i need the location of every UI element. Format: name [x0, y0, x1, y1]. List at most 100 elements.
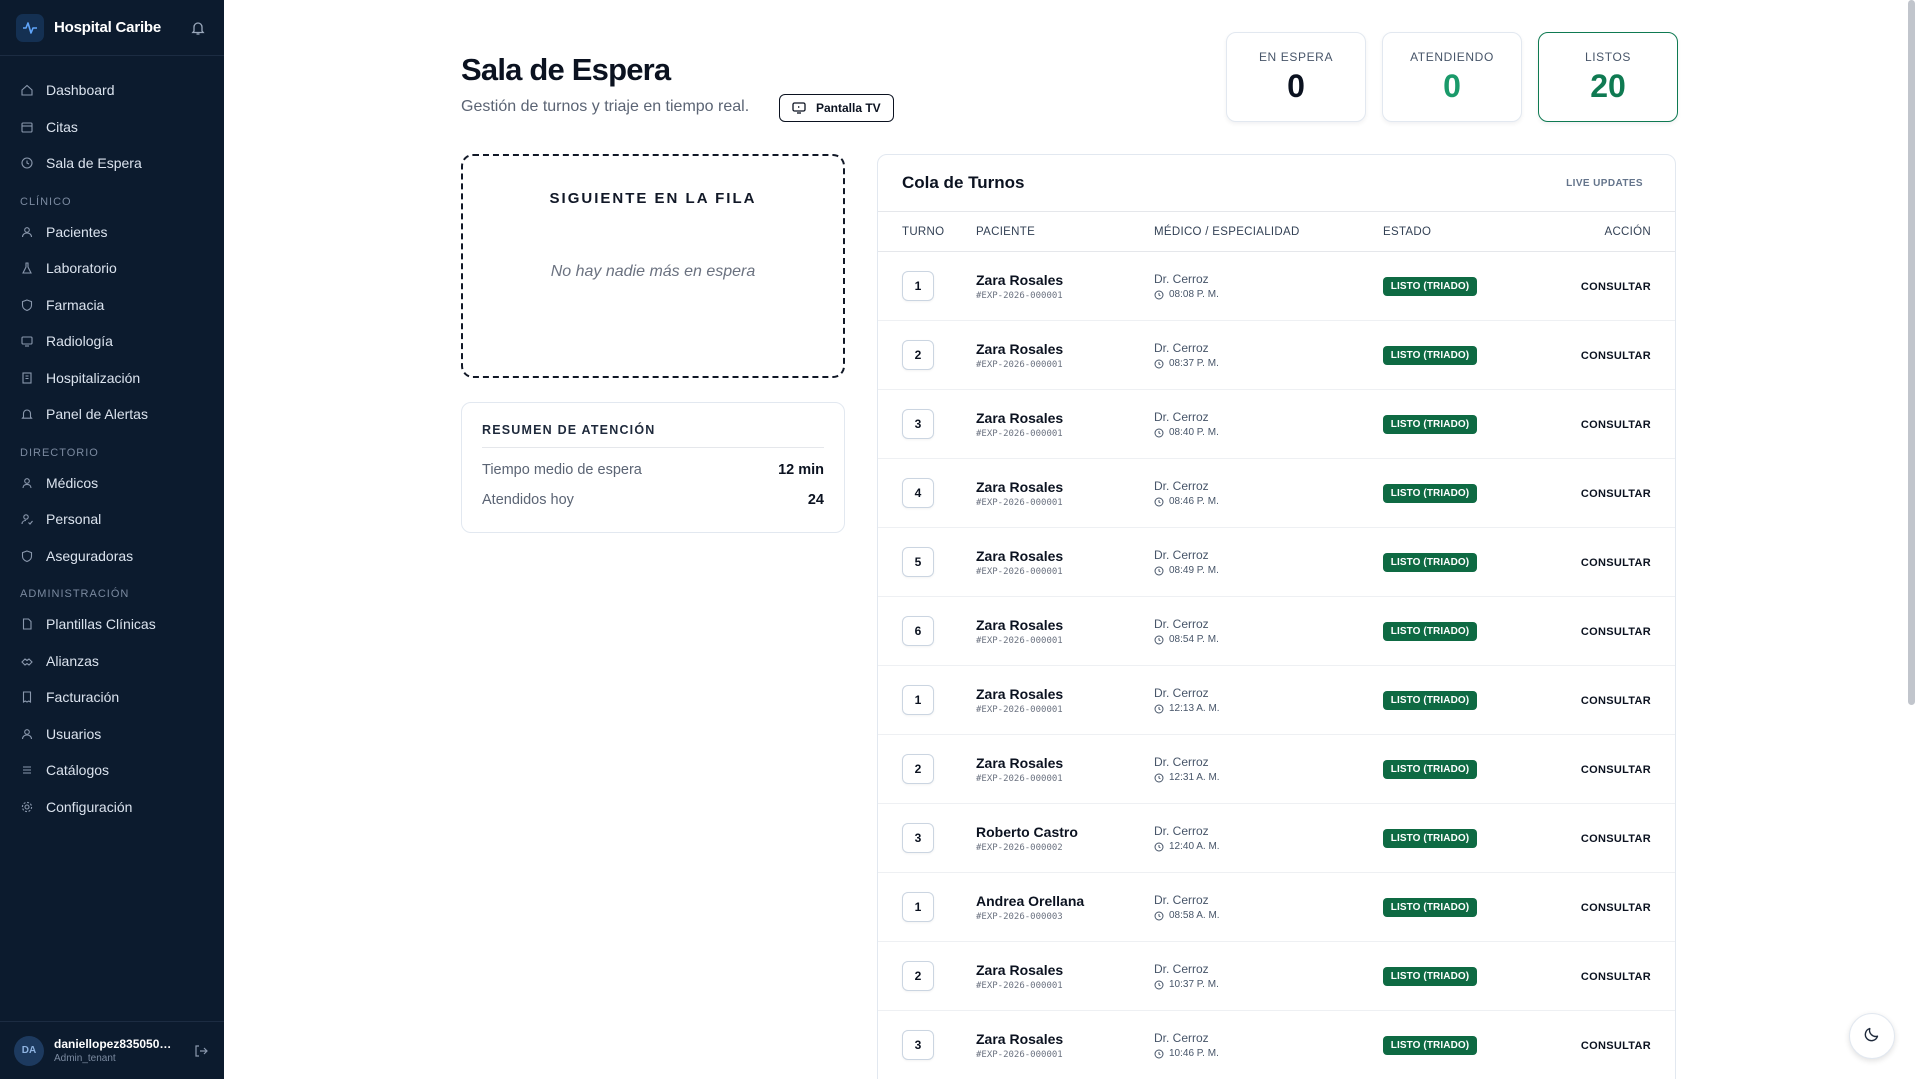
sidebar-item-sala-de-espera[interactable]: Sala de Espera [0, 145, 224, 182]
sidebar-item-panel-de-alertas[interactable]: Panel de Alertas [0, 396, 224, 433]
clock-icon [1154, 359, 1164, 369]
consult-button[interactable]: CONSULTAR [1581, 557, 1651, 569]
consult-button[interactable]: CONSULTAR [1581, 833, 1651, 845]
sidebar-item-label: Citas [46, 118, 78, 135]
clock-icon [1154, 290, 1164, 300]
consult-button[interactable]: CONSULTAR [1581, 626, 1651, 638]
sidebar-item-dashboard[interactable]: Dashboard [0, 72, 224, 109]
patient-name: Zara Rosales [976, 1030, 1064, 1047]
doctor-name: Dr. Cerroz [1154, 1031, 1209, 1045]
clock-icon [1154, 980, 1164, 990]
sidebar-item-pacientes[interactable]: Pacientes [0, 214, 224, 251]
clock-icon [1154, 497, 1164, 507]
tv-display-button[interactable]: Pantalla TV [779, 94, 894, 122]
user-name: daniellopez835050… [54, 1037, 172, 1051]
consult-button[interactable]: CONSULTAR [1581, 350, 1651, 362]
sidebar-item-label: Laboratorio [46, 260, 117, 277]
patient-record-id: #EXP-2026-000001 [976, 1049, 1063, 1060]
sidebar-item-citas[interactable]: Citas [0, 109, 224, 146]
sidebar-item-alianzas[interactable]: Alianzas [0, 643, 224, 680]
sidebar-item-medicos[interactable]: Médicos [0, 465, 224, 502]
turn-number: 1 [902, 271, 934, 301]
list-icon [20, 763, 34, 777]
file-icon [20, 617, 34, 631]
status-badge: LISTO (TRIADO) [1382, 552, 1478, 572]
patient-name: Roberto Castro [976, 823, 1078, 840]
clock-icon [1154, 704, 1164, 714]
consult-button[interactable]: CONSULTAR [1581, 1040, 1651, 1052]
table-row: 5 Zara Rosales #EXP-2026-000001 Dr. Cerroz 0… [878, 528, 1675, 597]
user-check-icon [20, 512, 34, 526]
consult-button[interactable]: CONSULTAR [1581, 281, 1651, 293]
sidebar-item-label: Médicos [46, 474, 99, 491]
sidebar-item-label: Dashboard [46, 82, 115, 99]
col-paciente: PACIENTE [976, 225, 1036, 238]
dark-mode-toggle[interactable] [1849, 1013, 1895, 1059]
flask-icon [20, 261, 34, 275]
patient-name: Zara Rosales [976, 961, 1064, 978]
patient-record-id: #EXP-2026-000001 [976, 704, 1063, 715]
consult-button[interactable]: CONSULTAR [1581, 764, 1651, 776]
sidebar-item-aseguradoras[interactable]: Aseguradoras [0, 538, 224, 575]
user-profile[interactable]: DA daniellopez835050… Admin_tenant [0, 1021, 224, 1079]
turn-number: 1 [902, 685, 934, 715]
sidebar-item-label: Personal [46, 511, 102, 528]
sidebar-item-configuracion[interactable]: Configuración [0, 789, 224, 826]
summary-label: Atendidos hoy [482, 492, 574, 508]
scrollbar-thumb[interactable] [1908, 0, 1915, 705]
patient-name: Zara Rosales [976, 409, 1064, 426]
appointment-time: 08:08 P. M. [1169, 289, 1219, 300]
users-icon [20, 225, 34, 239]
stat-atendiendo: ATENDIENDO 0 [1382, 32, 1522, 122]
table-row: 3 Zara Rosales #EXP-2026-000001 Dr. Cerroz 1… [878, 1011, 1675, 1079]
sidebar-item-plantillas-clinicas[interactable]: Plantillas Clínicas [0, 606, 224, 643]
sidebar-item-hospitalizacion[interactable]: Hospitalización [0, 360, 224, 397]
receipt-icon [20, 690, 34, 704]
turn-number: 6 [902, 616, 934, 646]
patient-record-id: #EXP-2026-000001 [976, 635, 1063, 646]
summary-row: Tiempo medio de espera 12 min [482, 462, 824, 478]
turn-number: 5 [902, 547, 934, 577]
summary-label: Tiempo medio de espera [482, 462, 642, 478]
consult-button[interactable]: CONSULTAR [1581, 695, 1651, 707]
page-scrollbar[interactable] [1904, 0, 1919, 1079]
sidebar-item-radiologia[interactable]: Radiología [0, 323, 224, 360]
sidebar-item-laboratorio[interactable]: Laboratorio [0, 250, 224, 287]
stat-label: EN ESPERA [1258, 50, 1334, 64]
clock-icon [1154, 911, 1164, 921]
appointment-time: 08:58 A. M. [1169, 910, 1220, 921]
sidebar-item-catalogos[interactable]: Catálogos [0, 752, 224, 789]
patient-name: Zara Rosales [976, 271, 1064, 288]
turn-number: 3 [902, 823, 934, 853]
patient-record-id: #EXP-2026-000001 [976, 566, 1063, 577]
turn-number: 3 [902, 1030, 934, 1060]
patient-record-id: #EXP-2026-000001 [976, 980, 1063, 991]
sidebar-item-farmacia[interactable]: Farmacia [0, 287, 224, 324]
patient-record-id: #EXP-2026-000001 [976, 428, 1063, 439]
consult-button[interactable]: CONSULTAR [1581, 971, 1651, 983]
table-row: 4 Zara Rosales #EXP-2026-000001 Dr. Cerroz 0… [878, 459, 1675, 528]
status-badge: LISTO (TRIADO) [1382, 414, 1478, 434]
status-badge: LISTO (TRIADO) [1382, 690, 1478, 710]
sidebar-item-label: Panel de Alertas [46, 406, 148, 423]
monitor-icon [20, 334, 34, 348]
sidebar-section-title: ADMINISTRACIÓN [20, 588, 130, 600]
doctor-name: Dr. Cerroz [1154, 410, 1209, 424]
patient-name: Zara Rosales [976, 478, 1064, 495]
stat-listos: LISTOS 20 [1538, 32, 1678, 122]
consult-button[interactable]: CONSULTAR [1581, 419, 1651, 431]
sidebar-item-usuarios[interactable]: Usuarios [0, 716, 224, 753]
table-row: 2 Zara Rosales #EXP-2026-000001 Dr. Cerroz 1… [878, 735, 1675, 804]
bell-icon[interactable] [188, 18, 208, 38]
gear-icon [20, 800, 34, 814]
col-accion: ACCIÓN [1604, 225, 1651, 238]
consult-button[interactable]: CONSULTAR [1581, 902, 1651, 914]
appointment-time: 12:40 A. M. [1169, 841, 1220, 852]
table-body: 1 Zara Rosales #EXP-2026-000001 Dr. Cerroz 0… [878, 252, 1675, 1079]
sidebar-item-personal[interactable]: Personal [0, 501, 224, 538]
consult-button[interactable]: CONSULTAR [1581, 488, 1651, 500]
patient-name: Zara Rosales [976, 547, 1064, 564]
sidebar-item-facturacion[interactable]: Facturación [0, 679, 224, 716]
logout-icon[interactable] [192, 1042, 210, 1060]
clock-icon [20, 156, 34, 170]
